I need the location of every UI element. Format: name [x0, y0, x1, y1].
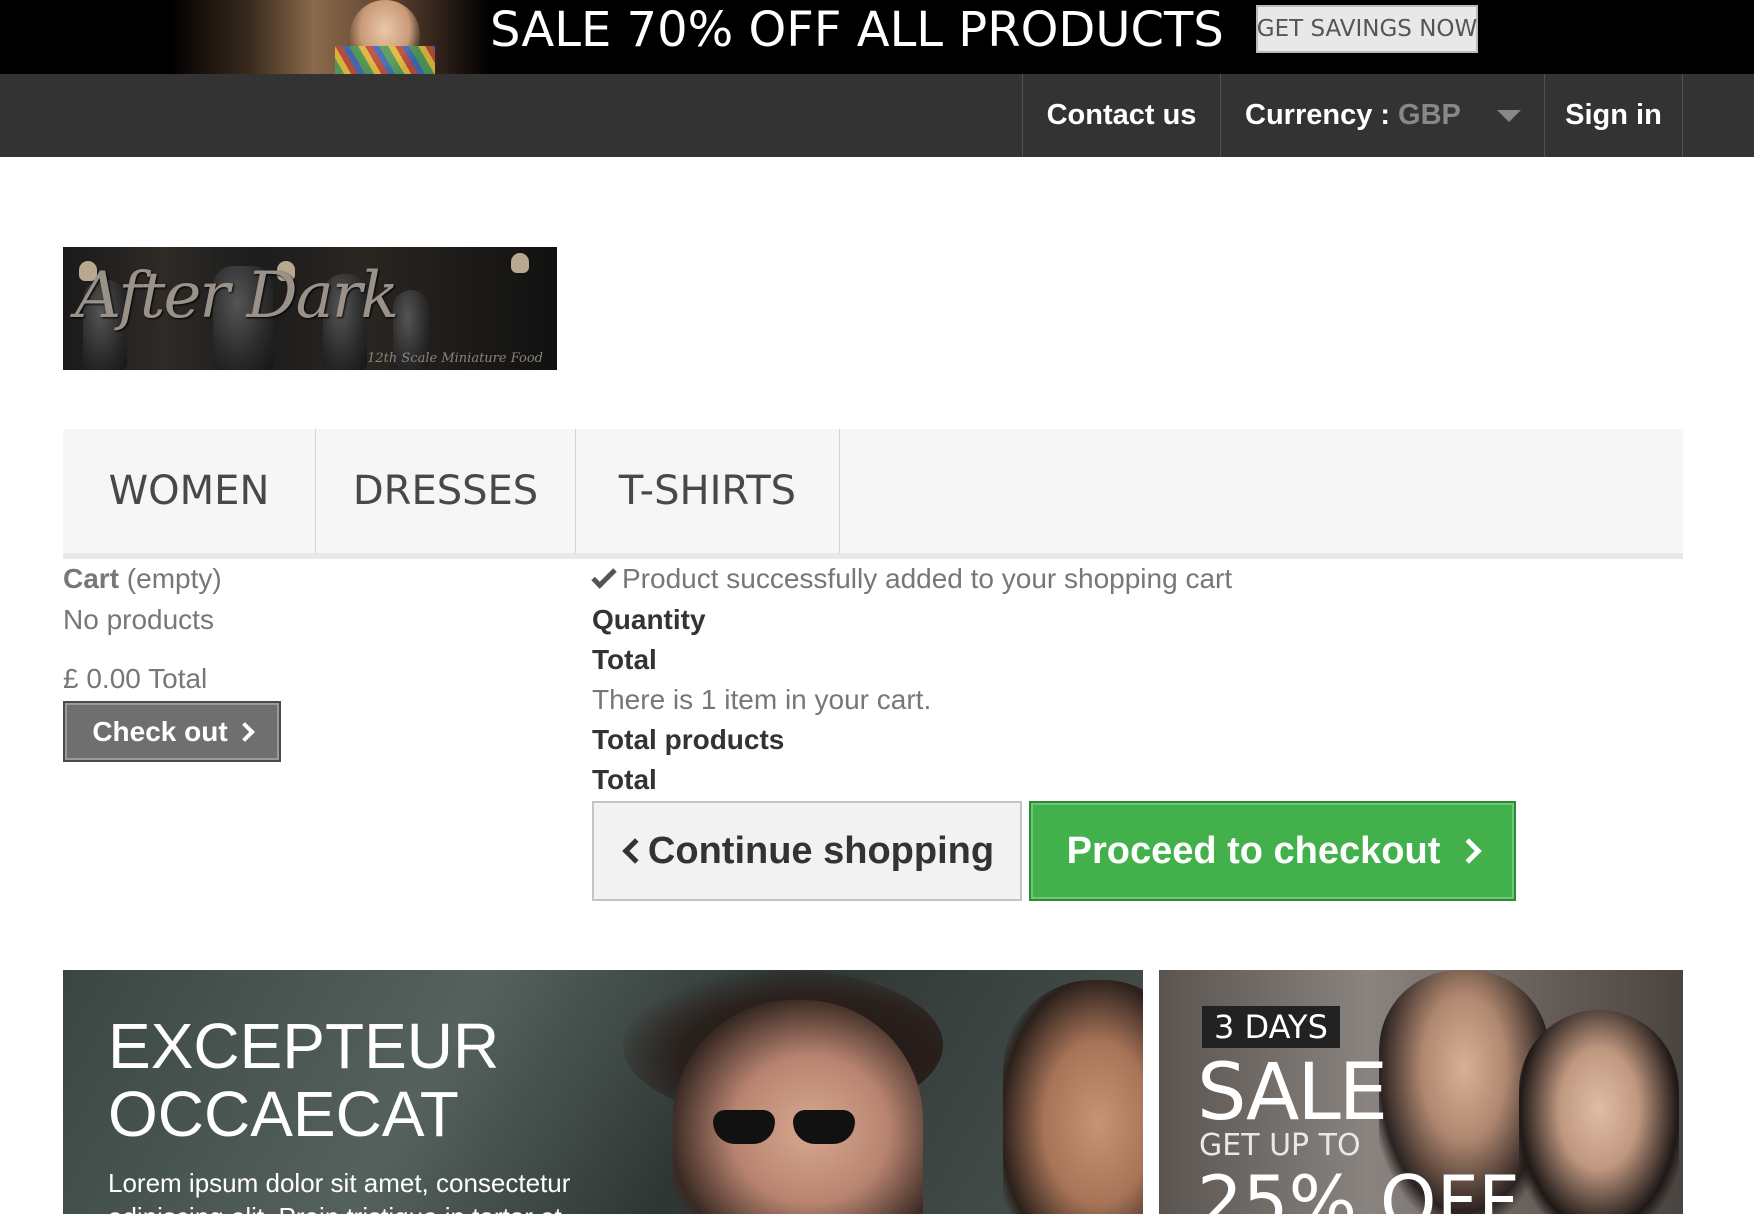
cart-no-products: No products — [63, 604, 214, 635]
currency-value: GBP — [1398, 99, 1461, 131]
sale-percent: 25% OFF — [1197, 1160, 1520, 1214]
sign-in-label: Sign in — [1565, 99, 1662, 131]
logo-script-text: After Dark — [75, 259, 399, 333]
get-savings-button[interactable]: GET SAVINGS NOW — [1256, 5, 1478, 53]
sale-title: SALE — [1197, 1048, 1388, 1138]
total-label: Total — [592, 644, 657, 675]
logo-skull-image — [511, 253, 529, 273]
currency-label: Currency : — [1245, 99, 1391, 131]
chevron-right-icon — [234, 721, 255, 742]
hero-text-line2: adipiscing elit. Proin tristique in tort… — [108, 1200, 570, 1214]
currency-selector[interactable]: Currency : GBP — [1220, 74, 1544, 157]
cart-total: £ 0.00 Total — [63, 663, 208, 694]
total-label-2: Total — [592, 764, 657, 795]
logo-subtitle: 12th Scale Miniature Food — [367, 351, 543, 366]
cart-title-bold: Cart — [63, 563, 120, 594]
chevron-right-icon — [1456, 838, 1483, 864]
promo-banner[interactable]: SALE 70% OFF ALL PRODUCTS GET SAVINGS NO… — [0, 0, 1754, 74]
contact-us-link[interactable]: Contact us — [1022, 74, 1220, 157]
proceed-to-checkout-label: Proceed to checkout — [1066, 829, 1441, 872]
sunglasses-image — [713, 1110, 863, 1146]
site-logo[interactable]: After Dark 12th Scale Miniature Food — [63, 247, 557, 370]
hero-title: EXCEPTEUR OCCAECAT — [108, 1012, 499, 1148]
hero-banner[interactable]: EXCEPTEUR OCCAECAT Lorem ipsum dolor sit… — [63, 970, 1143, 1214]
check-icon — [591, 563, 617, 589]
proceed-to-checkout-button[interactable]: Proceed to checkout — [1029, 801, 1516, 901]
category-women[interactable]: WOMEN — [63, 429, 316, 553]
continue-shopping-button[interactable]: Continue shopping — [592, 801, 1022, 901]
success-message-text: Product successfully added to your shopp… — [622, 563, 1233, 594]
sale-up-to: GET UP TO — [1199, 1128, 1361, 1163]
category-t-shirts[interactable]: T-SHIRTS — [576, 429, 840, 553]
side-woman-image — [1519, 1010, 1679, 1214]
side-sale-banner[interactable]: 3 DAYS SALE GET UP TO 25% OFF — [1159, 970, 1683, 1214]
promo-photo — [170, 0, 490, 74]
hero-title-line2: OCCAECAT — [108, 1078, 459, 1150]
promo-headline: SALE 70% OFF ALL PRODUCTS — [490, 2, 1224, 58]
check-out-button[interactable]: Check out — [63, 701, 281, 762]
sale-days-badge: 3 DAYS — [1202, 1006, 1340, 1048]
success-message: Product successfully added to your shopp… — [591, 563, 1233, 595]
sign-in-link[interactable]: Sign in — [1544, 74, 1683, 157]
total-products-label: Total products — [592, 724, 785, 755]
continue-shopping-label: Continue shopping — [647, 829, 995, 872]
hero-title-line1: EXCEPTEUR — [108, 1010, 500, 1082]
category-menu: WOMEN DRESSES T-SHIRTS — [63, 429, 1683, 559]
cart-items-text: There is 1 item in your cart. — [592, 684, 932, 715]
promo-scarf-image — [335, 46, 435, 74]
category-dresses[interactable]: DRESSES — [316, 429, 576, 553]
hero-woman-image — [673, 1000, 923, 1214]
cart-state: (empty) — [126, 563, 222, 594]
quantity-label: Quantity — [592, 604, 706, 635]
chevron-left-icon — [622, 838, 648, 864]
hero-text-line1: Lorem ipsum dolor sit amet, consectetur — [108, 1168, 571, 1198]
contact-us-label: Contact us — [1046, 99, 1197, 131]
hero-text: Lorem ipsum dolor sit amet, consectetur … — [108, 1166, 570, 1214]
caret-down-icon — [1496, 109, 1521, 122]
hero-man-image — [1003, 980, 1143, 1214]
cart-title[interactable]: Cart (empty) — [63, 563, 222, 595]
top-nav: Contact us Currency : GBP Sign in — [0, 74, 1754, 157]
check-out-label: Check out — [92, 715, 228, 747]
